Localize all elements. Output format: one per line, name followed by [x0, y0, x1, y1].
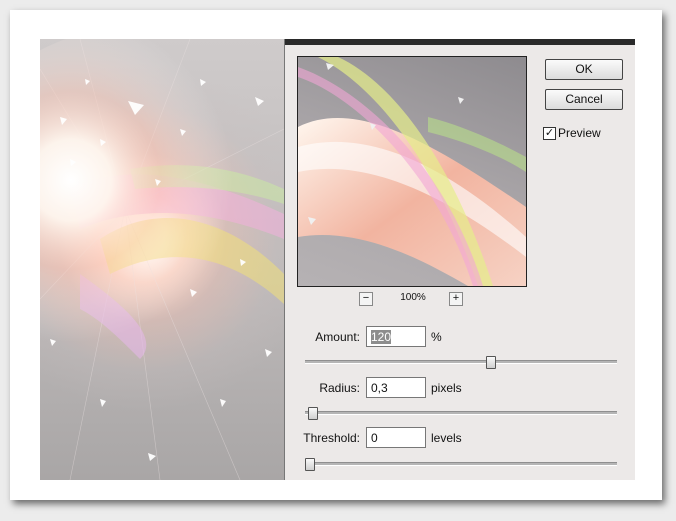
preview-checkbox[interactable]: ✓ [543, 127, 556, 140]
document-canvas[interactable] [40, 39, 284, 480]
amount-label: Amount: [315, 330, 360, 344]
amount-value: 120 [371, 330, 392, 344]
threshold-slider-thumb[interactable] [305, 458, 315, 471]
threshold-value: 0 [371, 431, 378, 445]
radius-input[interactable]: 0,3 [366, 377, 426, 398]
amount-slider[interactable] [305, 356, 617, 369]
threshold-input[interactable]: 0 [366, 427, 426, 448]
zoom-in-button[interactable]: + [449, 292, 463, 306]
dialog-titlebar[interactable] [285, 39, 635, 45]
ok-button[interactable]: OK [545, 59, 623, 80]
threshold-unit: levels [431, 431, 462, 445]
cancel-button[interactable]: Cancel [545, 89, 623, 110]
unsharp-mask-dialog: − 100% + OK Cancel ✓ Preview Amount: 120… [284, 39, 635, 480]
radius-slider-thumb[interactable] [308, 407, 318, 420]
preview-artwork [298, 57, 526, 286]
radius-value: 0,3 [371, 381, 388, 395]
preview-label: Preview [558, 126, 601, 140]
amount-input[interactable]: 120 [366, 326, 426, 347]
filter-preview-pane[interactable] [297, 56, 527, 287]
radius-label: Radius: [319, 381, 360, 395]
amount-unit: % [431, 330, 442, 344]
threshold-slider[interactable] [305, 458, 617, 471]
amount-slider-thumb[interactable] [486, 356, 496, 369]
radius-unit: pixels [431, 381, 462, 395]
zoom-level: 100% [400, 292, 426, 303]
threshold-label: Threshold: [303, 431, 360, 445]
radius-slider[interactable] [305, 407, 617, 420]
check-icon: ✓ [544, 127, 555, 139]
canvas-artwork [40, 39, 284, 480]
zoom-controls: − 100% + [359, 291, 479, 307]
zoom-out-button[interactable]: − [359, 292, 373, 306]
